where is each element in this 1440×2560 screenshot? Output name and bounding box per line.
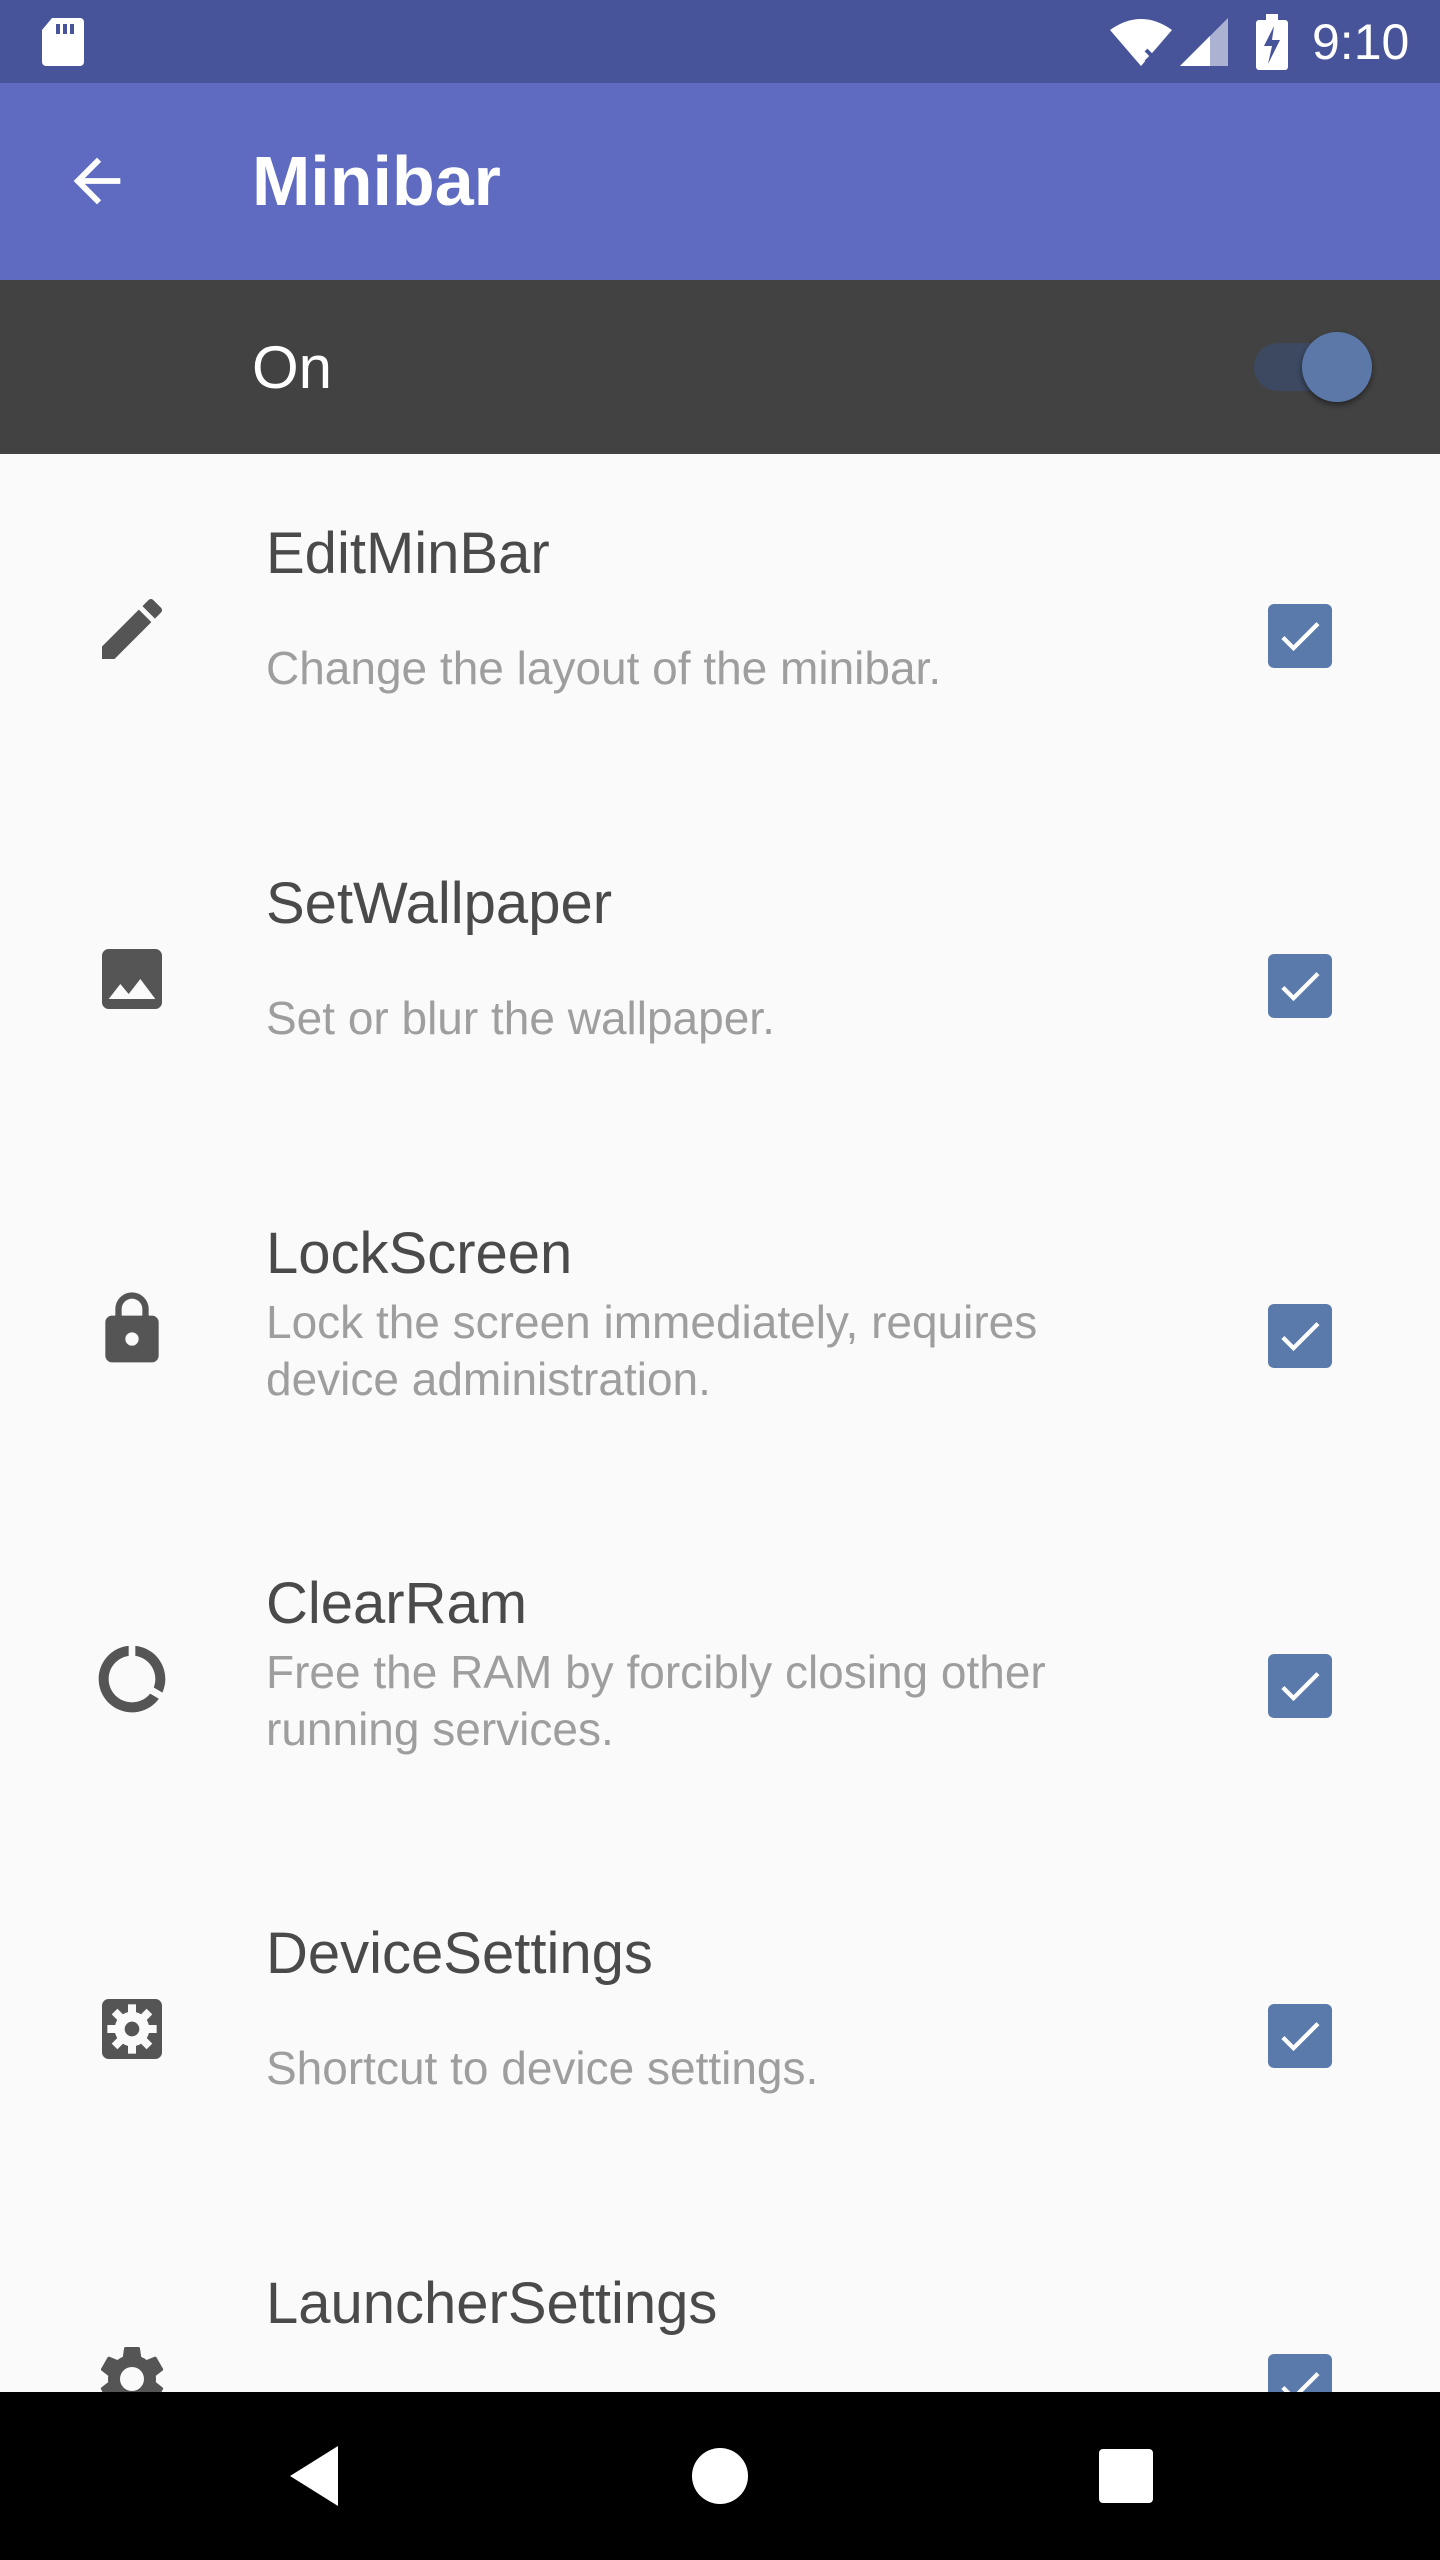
back-triangle-icon[interactable] <box>276 2436 356 2516</box>
checkmark-icon <box>1281 622 1320 652</box>
item-summary: Shortcut to device settings. <box>266 2042 819 2094</box>
list-item-setwallpaper[interactable]: SetWallpaper Set or blur the wallpaper. <box>0 804 1440 1154</box>
checkbox-checked[interactable] <box>1268 1654 1332 1718</box>
image-icon <box>102 949 162 1009</box>
memory-ring-icon <box>98 1645 166 1713</box>
item-title: SetWallpaper <box>266 871 613 936</box>
master-switch-bar[interactable]: On <box>0 280 1440 454</box>
status-bar: 9:10 <box>0 0 1440 83</box>
checkmark-icon <box>1281 2022 1320 2052</box>
home-circle-icon[interactable] <box>680 2436 760 2516</box>
item-title: LockScreen <box>266 1221 573 1286</box>
checkbox-checked[interactable] <box>1268 604 1332 668</box>
recents-square-icon[interactable] <box>1086 2436 1166 2516</box>
item-summary: Set or blur the wallpaper. <box>266 992 775 1044</box>
master-switch-label: On <box>252 334 333 401</box>
battery-charging-icon <box>1256 14 1288 70</box>
status-time: 9:10 <box>1312 14 1410 70</box>
pencil-icon <box>102 598 163 659</box>
checkmark-icon <box>1281 1322 1320 1352</box>
arrow-back-icon[interactable] <box>62 146 132 216</box>
checkbox-checked[interactable] <box>1268 1304 1332 1368</box>
page-title: Minibar <box>252 142 501 220</box>
item-summary: Free the RAM by forcibly closing other r… <box>266 1646 1046 1755</box>
lock-icon <box>105 1292 159 1363</box>
wifi-icon <box>1110 19 1172 66</box>
app-bar: Minibar <box>0 83 1440 280</box>
item-summary: Change the layout of the minibar. <box>266 642 942 694</box>
item-title: EditMinBar <box>266 521 550 586</box>
list-item-editminbar[interactable]: EditMinBar Change the layout of the mini… <box>0 454 1440 804</box>
checkbox-checked[interactable] <box>1268 2004 1332 2068</box>
toggle-thumb[interactable] <box>1302 332 1372 402</box>
list-item-devicesettings[interactable]: DeviceSettings Shortcut to device settin… <box>0 1854 1440 2204</box>
checkmark-icon <box>1281 1672 1320 1702</box>
item-title: DeviceSettings <box>266 1921 653 1986</box>
list-item-lockscreen[interactable]: LockScreen Lock the screen immediately, … <box>0 1154 1440 1504</box>
item-summary: Lock the screen immediately, requires de… <box>266 1296 1038 1405</box>
list-item-clearram[interactable]: ClearRam Free the RAM by forcibly closin… <box>0 1504 1440 1854</box>
signal-icon <box>1180 18 1228 66</box>
checkmark-icon <box>1281 972 1320 1002</box>
sd-card-icon <box>42 18 84 66</box>
navigation-bar <box>0 2392 1440 2560</box>
checkbox-checked[interactable] <box>1268 954 1332 1018</box>
item-title: LauncherSettings <box>266 2271 718 2336</box>
item-title: ClearRam <box>266 1571 528 1636</box>
device-settings-icon <box>102 1999 162 2059</box>
